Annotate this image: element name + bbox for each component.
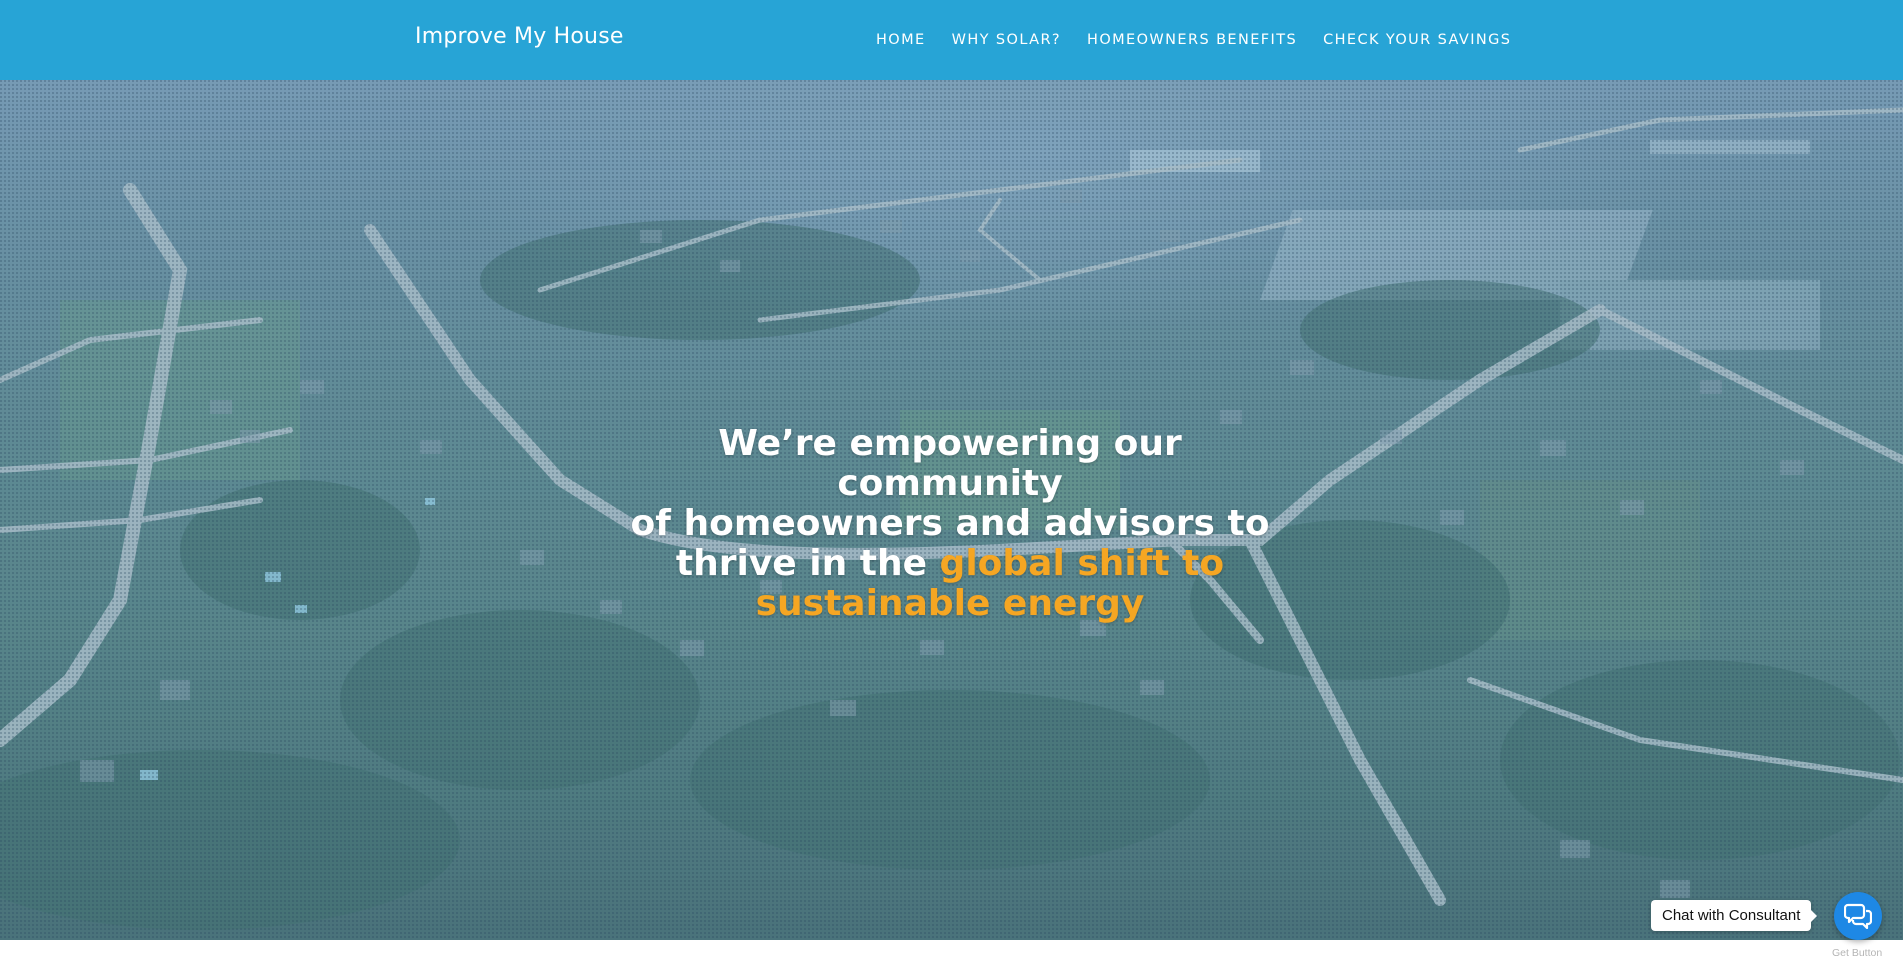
nav-item-why-solar[interactable]: WHY SOLAR?: [952, 32, 1061, 48]
site-logo-text[interactable]: Improve My House: [415, 24, 624, 49]
chat-button[interactable]: [1834, 892, 1882, 940]
get-button-link[interactable]: Get Button: [1832, 947, 1882, 959]
nav-item-home[interactable]: HOME: [876, 32, 926, 48]
site-header: Improve My House HOME WHY SOLAR? HOMEOWN…: [0, 0, 1903, 80]
page: Improve My House HOME WHY SOLAR? HOMEOWN…: [0, 0, 1903, 966]
headline-accent-1: global shift to: [939, 543, 1225, 584]
nav-item-homeowners-benefits[interactable]: HOMEOWNERS BENEFITS: [1087, 32, 1297, 48]
headline-accent-2: sustainable energy: [755, 583, 1145, 624]
headline-line-2: of homeowners and advisors to: [630, 503, 1270, 544]
chat-with-consultant-label[interactable]: Chat with Consultant: [1651, 900, 1818, 931]
chat-bubbles-icon: [1844, 903, 1872, 929]
main-nav: HOME WHY SOLAR? HOMEOWNERS BENEFITS CHEC…: [876, 32, 1511, 48]
nav-item-check-your-savings[interactable]: CHECK YOUR SAVINGS: [1323, 32, 1511, 48]
headline-line-1: We’re empowering our community: [718, 423, 1182, 504]
headline-line-3-plain: thrive in the: [675, 543, 940, 584]
hero-headline: We’re empowering our community of homeow…: [600, 424, 1300, 624]
hero-section: We’re empowering our community of homeow…: [0, 80, 1903, 940]
